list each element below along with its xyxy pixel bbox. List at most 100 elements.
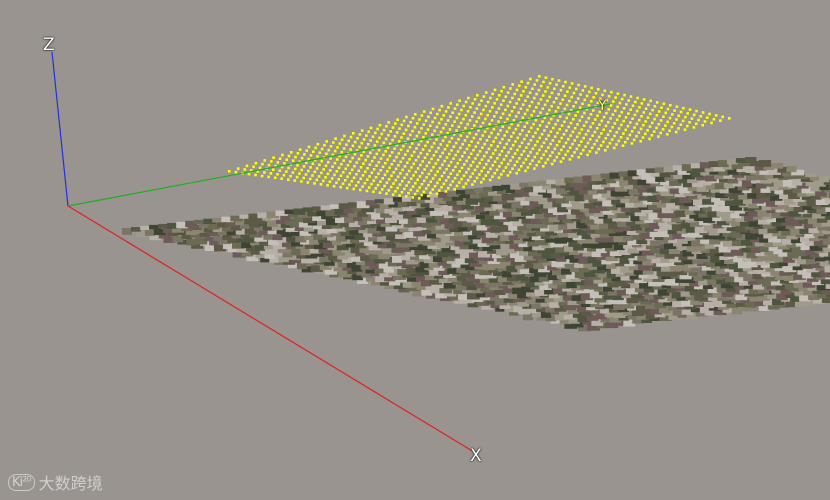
grid-point (353, 164, 356, 168)
grid-point (571, 142, 574, 146)
grid-point (457, 138, 460, 141)
grid-point (540, 156, 543, 160)
grid-point (416, 178, 419, 182)
grid-point (405, 115, 408, 119)
grid-point (436, 158, 440, 162)
grid-point (625, 103, 628, 106)
terrain-point-cloud (122, 157, 830, 332)
grid-point (562, 157, 565, 160)
grid-point (430, 157, 433, 161)
grid-point (449, 172, 453, 175)
grid-point (536, 127, 540, 131)
grid-point (535, 106, 538, 109)
grid-point (337, 166, 341, 170)
terrain-tile (770, 271, 781, 276)
terrain-tile (726, 226, 737, 231)
grid-point (344, 179, 347, 182)
grid-point (454, 153, 458, 157)
terrain-tile (805, 172, 816, 177)
grid-point (453, 187, 456, 191)
grid-point (653, 105, 657, 108)
grid-point (627, 99, 630, 102)
grid-point (526, 81, 530, 85)
grid-point (439, 143, 443, 146)
grid-point (333, 173, 336, 177)
grid-point (460, 177, 463, 181)
grid-point (270, 160, 273, 163)
grid-point (530, 100, 534, 104)
grid-point (364, 170, 367, 174)
grid-point (649, 112, 652, 116)
grid-point (490, 119, 494, 122)
grid-point (538, 75, 541, 78)
terrain-tile (469, 251, 480, 259)
grid-point (604, 149, 607, 152)
grid-point (516, 124, 520, 127)
grid-point (344, 167, 347, 171)
grid-point (521, 116, 525, 119)
grid-point (587, 103, 591, 107)
grid-point (416, 189, 419, 193)
grid-point (659, 119, 663, 122)
grid-point (480, 169, 483, 173)
grid-point (493, 102, 496, 105)
grid-point (497, 176, 501, 179)
grid-point (570, 95, 573, 99)
grid-point (442, 126, 445, 130)
grid-point (443, 171, 446, 174)
grid-point (325, 140, 328, 143)
grid-point (342, 147, 346, 150)
grid-point (353, 140, 357, 144)
grid-point (475, 176, 479, 180)
grid-point (407, 180, 411, 184)
grid-point (451, 111, 454, 114)
grid-point (392, 182, 395, 185)
terrain-tile (510, 183, 521, 190)
terrain-tile (555, 178, 566, 186)
grid-point (611, 126, 614, 129)
grid-point (432, 142, 436, 145)
grid-point (525, 134, 528, 137)
grid-point (504, 108, 507, 112)
grid-point (376, 183, 380, 187)
grid-point (565, 103, 569, 107)
grid-point (679, 123, 683, 126)
grid-point (501, 112, 505, 116)
grid-point (684, 115, 687, 119)
grid-point (642, 98, 646, 101)
grid-point (413, 192, 417, 196)
grid-point (459, 146, 462, 150)
terrain-tile (344, 216, 355, 223)
grid-point (401, 179, 404, 183)
grid-point (337, 178, 340, 181)
grid-point (606, 133, 610, 136)
3d-viewport[interactable]: Z X Y Ki²⁰ 大数跨境 (0, 0, 830, 500)
grid-point (387, 133, 390, 137)
grid-point (527, 130, 531, 133)
grid-point (588, 90, 591, 94)
grid-point (429, 124, 432, 128)
grid-point (679, 110, 683, 114)
grid-point (619, 136, 623, 139)
grid-point (458, 181, 461, 184)
terrain-tile (650, 172, 661, 177)
grid-point (444, 190, 448, 193)
grid-point (600, 119, 604, 123)
grid-point (245, 164, 249, 168)
grid-point (488, 109, 492, 113)
grid-point (316, 142, 320, 146)
terrain-tile (649, 231, 661, 238)
grid-point (462, 117, 465, 121)
terrain-tile (772, 162, 784, 169)
grid-point (450, 149, 453, 152)
grid-point (441, 151, 444, 155)
grid-point (314, 146, 317, 150)
grid-point (502, 169, 505, 173)
grid-point (506, 104, 510, 108)
grid-point (597, 88, 600, 91)
grid-point (533, 83, 536, 86)
grid-point (640, 115, 643, 118)
grid-point (674, 130, 678, 134)
scene-canvas[interactable] (0, 0, 830, 500)
grid-point (662, 102, 666, 106)
